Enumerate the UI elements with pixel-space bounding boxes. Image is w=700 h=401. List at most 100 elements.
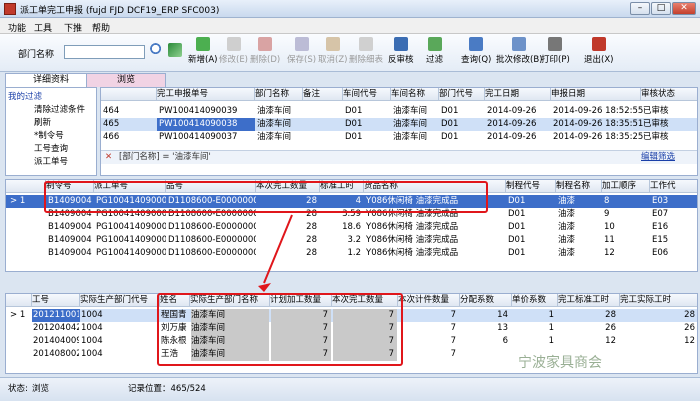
col-header[interactable]: 备注 [303, 88, 343, 101]
mid-cell[interactable]: PG100414090003 [96, 195, 166, 208]
cell[interactable]: D01 [441, 131, 458, 144]
worker-cell[interactable]: 14 [461, 309, 511, 322]
filter-item-employee-query[interactable]: 工号查询 [34, 142, 68, 154]
worker-cell[interactable]: 7 [271, 322, 331, 335]
mid-cell[interactable]: B1409004 [48, 247, 94, 260]
col-header[interactable]: 完工实际工时 [620, 294, 697, 307]
mid-cell[interactable]: E16 [652, 221, 697, 234]
worker-cell[interactable]: 油漆车间 [191, 309, 269, 322]
cell[interactable]: 油漆车间 [257, 118, 291, 131]
menu-push-down[interactable]: 下推 [64, 21, 82, 34]
cell[interactable]: PW100414090037 [159, 131, 237, 144]
cell[interactable]: D01 [441, 105, 458, 118]
worker-cell[interactable]: 201408002 [33, 348, 79, 361]
worker-cell[interactable]: 7 [399, 322, 459, 335]
worker-cell[interactable]: 7 [399, 335, 459, 348]
mid-cell[interactable]: D1108600-E0000000 [168, 208, 256, 221]
worker-cell[interactable]: 7 [271, 335, 331, 348]
col-header[interactable]: 完工标准工时 [558, 294, 620, 307]
cell[interactable]: 油漆车间 [393, 131, 427, 144]
worker-cell[interactable]: 刘万康 [161, 322, 189, 335]
cell[interactable]: 2014-09-26 [487, 131, 536, 144]
col-header[interactable]: 本次完工数量 [332, 294, 398, 307]
worker-cell[interactable]: 1004 [81, 348, 159, 361]
close-button[interactable]: ✕ [672, 2, 696, 15]
col-header[interactable]: 工号 [32, 294, 80, 307]
cell[interactable]: 2014-09-26 18:35:25 [553, 131, 643, 144]
mid-cell[interactable]: 4 [322, 195, 364, 208]
col-header[interactable]: 派工单号 [94, 180, 166, 193]
mid-cell[interactable]: E15 [652, 234, 697, 247]
cell[interactable]: 2014-09-26 [487, 105, 536, 118]
mid-cell[interactable]: 28 [258, 247, 320, 260]
col-header[interactable]: 分配系数 [460, 294, 512, 307]
mid-cell[interactable]: 18.6 [322, 221, 364, 234]
mid-cell[interactable]: 12 [604, 247, 650, 260]
mid-cell[interactable]: D01 [508, 208, 556, 221]
tab-details[interactable]: 详细资料 [5, 73, 97, 87]
mid-cell[interactable]: D1108600-E0000000 [168, 234, 256, 247]
mid-cell[interactable]: E06 [652, 247, 697, 260]
worker-cell[interactable]: 1004 [81, 322, 159, 335]
maximize-button[interactable]: □ [651, 2, 671, 15]
worker-cell[interactable]: 13 [461, 322, 511, 335]
cell[interactable]: 已审核 [643, 118, 669, 131]
unapprove-button[interactable]: 反审核 [388, 37, 414, 69]
worker-cell[interactable]: 28 [621, 309, 697, 322]
col-header[interactable]: 车间名称 [391, 88, 439, 101]
filter-item-dispatch-no[interactable]: 派工单号 [34, 155, 68, 167]
col-header[interactable]: 完工日期 [485, 88, 551, 101]
add-button[interactable]: 新增(A) [188, 37, 217, 69]
mid-cell[interactable]: E07 [652, 208, 697, 221]
cell[interactable]: PW100414090039 [159, 105, 237, 118]
worker-cell[interactable] [621, 348, 697, 361]
mid-cell[interactable]: D1108600-E0000000 [168, 247, 256, 260]
menu-function[interactable]: 功能 [8, 21, 26, 34]
filter-item-clear[interactable]: 清除过滤条件 [34, 103, 85, 115]
worker-cell[interactable]: 7 [271, 348, 331, 361]
col-header[interactable]: 车间代号 [343, 88, 391, 101]
cell[interactable]: 油漆车间 [257, 105, 291, 118]
delete-button[interactable]: 删除(D) [250, 37, 280, 69]
mid-cell[interactable]: 28 [258, 195, 320, 208]
cell[interactable]: 油漆车间 [393, 118, 427, 131]
mid-cell[interactable]: 9 [604, 208, 650, 221]
menu-tools[interactable]: 工具 [34, 21, 52, 34]
col-header[interactable]: 品号 [166, 180, 256, 193]
mid-cell[interactable]: 8 [604, 195, 650, 208]
mid-cell[interactable]: 11 [604, 234, 650, 247]
filter-button[interactable]: 过滤 [426, 37, 443, 69]
worker-cell[interactable]: 6 [461, 335, 511, 348]
mid-cell[interactable]: B1409004 [48, 234, 94, 247]
worker-cell[interactable]: 201404009 [33, 335, 79, 348]
mid-cell[interactable]: Y086休闲椅 油漆完成品 [366, 234, 506, 247]
col-header[interactable]: 实际生产部门代号 [80, 294, 160, 307]
query-button[interactable]: 查询(Q) [461, 37, 491, 69]
mid-cell[interactable]: 28 [258, 221, 320, 234]
worker-cell[interactable]: 1 [513, 335, 557, 348]
mid-cell[interactable]: 油漆 [558, 221, 602, 234]
dept-name-input[interactable] [64, 45, 145, 59]
worker-cell[interactable]: 7 [333, 348, 397, 361]
cell-selected[interactable]: PW100414090038 [157, 118, 255, 131]
cell[interactable]: D01 [345, 131, 362, 144]
worker-cell[interactable]: 油漆车间 [191, 348, 269, 361]
mid-cell[interactable]: E03 [652, 195, 697, 208]
worker-cell[interactable]: 201211001 [33, 309, 79, 322]
mid-cell[interactable]: D1108600-E0000000 [168, 195, 256, 208]
worker-cell[interactable]: 王浩 [161, 348, 189, 361]
col-header[interactable]: 本次完工数量 [256, 180, 320, 193]
col-header[interactable]: 审核状态 [641, 88, 697, 101]
worker-cell[interactable]: 1004 [81, 335, 159, 348]
mid-cell[interactable]: 油漆 [558, 195, 602, 208]
mid-cell[interactable]: Y086休闲椅 油漆完成品 [366, 208, 506, 221]
col-header[interactable]: 实际生产部门名称 [190, 294, 270, 307]
cell[interactable]: D01 [345, 118, 362, 131]
mid-cell[interactable]: B1409004 [48, 221, 94, 234]
cell[interactable]: D01 [441, 118, 458, 131]
worker-cell[interactable]: 12 [621, 335, 697, 348]
worker-cell[interactable]: 油漆车间 [191, 335, 269, 348]
worker-cell[interactable]: 7 [399, 348, 459, 361]
col-header[interactable]: 制令号 [46, 180, 94, 193]
mid-cell[interactable]: Y086休闲椅 油漆完成品 [366, 195, 506, 208]
